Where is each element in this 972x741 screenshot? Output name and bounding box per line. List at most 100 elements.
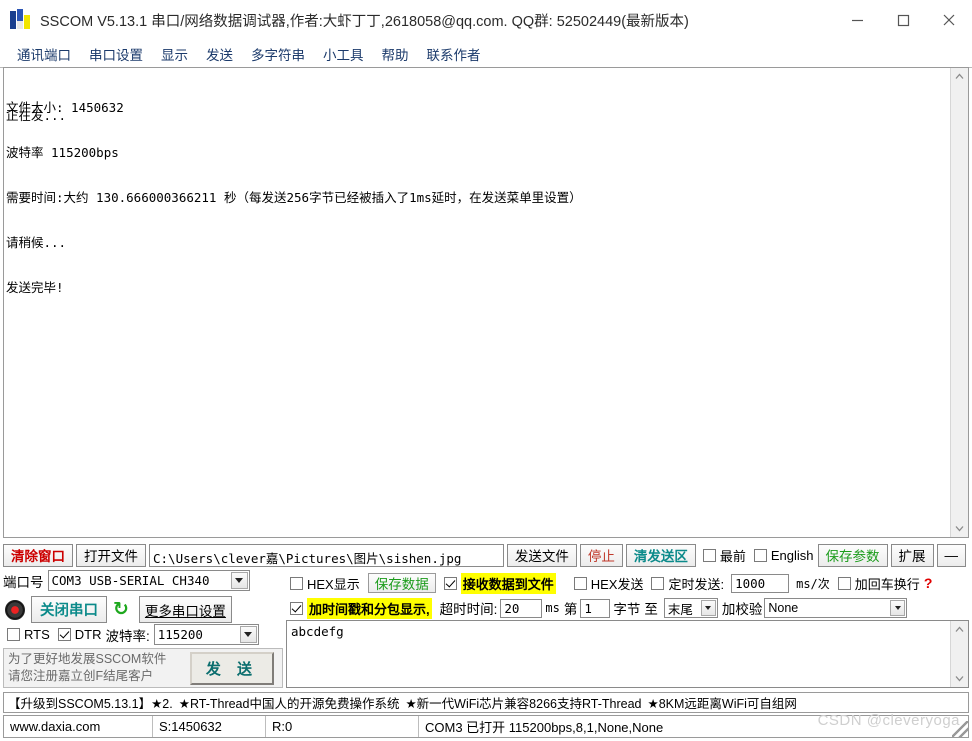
baud-select[interactable]: 115200 xyxy=(153,624,259,645)
sscom-app-icon xyxy=(10,9,32,31)
timed-send-interval-input[interactable]: 1000 xyxy=(731,573,790,593)
rts-checkbox[interactable]: RTS xyxy=(7,627,50,642)
file-path-field[interactable]: C:\Users\clever嘉\Pictures\图片\sishen.jpg xyxy=(149,543,504,567)
timestamp-label: 加时间戳和分包显示, xyxy=(307,597,432,619)
extend-button[interactable]: 扩展 xyxy=(890,543,934,567)
checksum-select[interactable]: None xyxy=(764,598,908,618)
scroll-up-icon[interactable] xyxy=(951,68,968,85)
menu-bar: 通讯端口 串口设置 显示 发送 多字符串 小工具 帮助 联系作者 xyxy=(0,41,972,68)
add-crlf-checkbox[interactable]: 加回车换行 xyxy=(837,574,920,593)
port-settings-panel: 端口号 COM3 USB-SERIAL CH340 关闭串口 ↻ 更多串口设置 … xyxy=(3,570,283,688)
english-label: English xyxy=(770,547,814,563)
to-label: 至 xyxy=(644,602,658,617)
byte-index-input[interactable]: 1 xyxy=(580,598,611,618)
topmost-label: 最前 xyxy=(719,548,746,564)
dtr-checkbox-box[interactable] xyxy=(57,628,71,641)
menu-item-contact[interactable]: 联系作者 xyxy=(418,42,490,66)
dtr-label: DTR xyxy=(74,627,102,642)
menu-item-comm-port[interactable]: 通讯端口 xyxy=(8,42,80,66)
close-port-button[interactable]: 关闭串口 xyxy=(31,596,107,623)
chevron-down-icon[interactable] xyxy=(230,572,248,589)
menu-item-tools[interactable]: 小工具 xyxy=(314,42,373,66)
registration-notice: 为了更好地发展SSCOM软件 请您注册嘉立创F结尾客户 发 送 xyxy=(3,648,283,688)
hex-display-checkbox[interactable]: HEX显示 xyxy=(290,574,360,593)
refresh-icon[interactable]: ↻ xyxy=(113,600,129,619)
ad-segment-upgrade[interactable]: 【升级到SSCOM5.13.1】★2. xyxy=(4,693,173,712)
save-data-button[interactable]: 保存数据 xyxy=(367,573,436,593)
scroll-down-icon[interactable] xyxy=(951,520,968,537)
hex-send-label: HEX发送 xyxy=(590,576,644,592)
rts-checkbox-box[interactable] xyxy=(7,628,20,641)
more-serial-settings-button[interactable]: 更多串口设置 xyxy=(138,596,232,623)
chevron-down-icon[interactable] xyxy=(239,626,257,643)
byte-label: 字节 xyxy=(613,602,641,617)
status-site[interactable]: www.daxia.com xyxy=(4,716,153,737)
timed-send-checkbox[interactable]: 定时发送: xyxy=(651,574,724,593)
baud-label: 波特率: xyxy=(105,628,150,644)
scroll-down-icon[interactable] xyxy=(951,670,968,687)
send-text[interactable]: abcdefg xyxy=(287,621,950,687)
scroll-up-icon[interactable] xyxy=(951,621,968,638)
stop-button[interactable]: 停止 xyxy=(579,543,623,567)
status-received: R:0 xyxy=(266,716,419,737)
timeout-input[interactable]: 20 xyxy=(500,598,543,618)
ad-segment-wifi-chip[interactable]: ★新一代WiFi芯片兼容8266支持RT-Thread xyxy=(405,693,641,712)
timed-send-checkbox-box[interactable] xyxy=(651,576,665,590)
receive-line: 波特率 115200bps xyxy=(6,145,119,160)
rts-label: RTS xyxy=(24,627,50,642)
topmost-checkbox-box[interactable] xyxy=(702,548,716,562)
close-button[interactable] xyxy=(926,0,972,40)
receive-text: 文件大小: 1450632 波特率 115200bps 需要时间:大约 130.… xyxy=(4,68,950,537)
receive-line: 需要时间:大约 130.666000366211 秒（每发送256字节已经被插入… xyxy=(6,190,582,205)
watermark-text: CSDN @cleveryoga xyxy=(817,712,960,729)
baud-select-value: 115200 xyxy=(157,627,203,642)
menu-item-serial-config[interactable]: 串口设置 xyxy=(80,42,152,66)
ad-segment-rtthread[interactable]: ★RT-Thread中国人的开源免费操作系统 xyxy=(179,693,400,712)
menu-item-multi-string[interactable]: 多字符串 xyxy=(242,42,314,66)
send-area[interactable]: abcdefg xyxy=(286,620,969,688)
byte-prefix-label: 第 xyxy=(563,602,578,617)
chevron-down-icon[interactable] xyxy=(700,600,716,616)
send-file-button[interactable]: 发送文件 xyxy=(506,543,577,567)
clear-send-button[interactable]: 清发送区 xyxy=(625,543,696,567)
send-scrollbar[interactable] xyxy=(950,621,968,687)
port-row: 端口号 COM3 USB-SERIAL CH340 xyxy=(3,570,283,591)
clear-window-button[interactable]: 清除窗口 xyxy=(3,543,73,567)
timestamp-checkbox[interactable]: 加时间戳和分包显示, xyxy=(290,597,432,619)
minimize-button[interactable] xyxy=(834,0,880,40)
recv-to-file-checkbox[interactable]: 接收数据到文件 xyxy=(443,572,556,594)
receive-line: 文件大小: 1450632 xyxy=(6,100,124,115)
collapse-button[interactable]: — xyxy=(936,543,966,567)
port-open-row: 关闭串口 ↻ 更多串口设置 xyxy=(3,596,283,623)
hex-display-checkbox-box[interactable] xyxy=(290,576,303,590)
maximize-button[interactable] xyxy=(880,0,926,40)
save-params-button[interactable]: 保存参数 xyxy=(817,543,888,567)
chevron-down-icon[interactable] xyxy=(890,600,906,616)
ad-segment-wifi-8km[interactable]: ★8KM远距离WiFi可自组网 xyxy=(648,693,797,712)
status-sent: S:1450632 xyxy=(153,716,266,737)
english-checkbox[interactable]: English xyxy=(753,547,814,563)
timed-send-label: 定时发送: xyxy=(668,576,725,592)
receive-area[interactable]: 文件大小: 1450632 波特率 115200bps 需要时间:大约 130.… xyxy=(3,67,969,538)
range-end-select[interactable]: 末尾 xyxy=(663,598,718,618)
english-checkbox-box[interactable] xyxy=(753,548,767,562)
connection-led-icon xyxy=(5,599,25,620)
hex-send-checkbox-box[interactable] xyxy=(573,576,587,590)
receive-line: 请稍候... xyxy=(6,235,67,250)
open-file-button[interactable]: 打开文件 xyxy=(76,543,146,567)
menu-item-help[interactable]: 帮助 xyxy=(373,42,418,66)
receive-scrollbar[interactable] xyxy=(950,68,968,537)
help-question-icon[interactable]: ? xyxy=(924,575,933,591)
topmost-checkbox[interactable]: 最前 xyxy=(702,546,746,565)
menu-item-display[interactable]: 显示 xyxy=(152,42,197,66)
window-controls xyxy=(834,0,972,40)
timeout-unit: ms xyxy=(545,601,560,615)
timestamp-checkbox-box[interactable] xyxy=(290,601,303,615)
port-select[interactable]: COM3 USB-SERIAL CH340 xyxy=(47,570,250,591)
dtr-checkbox[interactable]: DTR xyxy=(57,627,102,642)
hex-send-checkbox[interactable]: HEX发送 xyxy=(573,574,644,593)
send-button[interactable]: 发 送 xyxy=(189,651,274,685)
recv-to-file-checkbox-box[interactable] xyxy=(443,576,457,590)
menu-item-send[interactable]: 发送 xyxy=(197,42,242,66)
add-crlf-checkbox-box[interactable] xyxy=(837,576,851,590)
